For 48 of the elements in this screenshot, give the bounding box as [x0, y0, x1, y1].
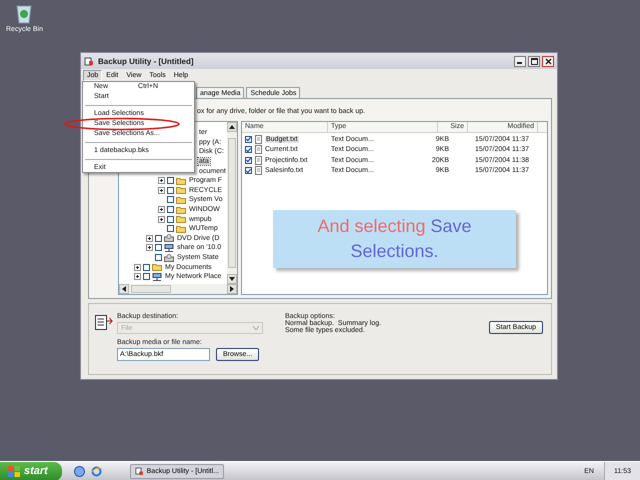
expand-button[interactable]: [158, 177, 165, 184]
close-button[interactable]: [542, 56, 554, 66]
checkbox[interactable]: [143, 273, 150, 280]
expand-button[interactable]: [134, 273, 141, 280]
folder-icon: [152, 263, 162, 272]
checkbox[interactable]: [245, 167, 252, 174]
checkbox[interactable]: [167, 186, 174, 194]
right-arrow-icon: [230, 286, 234, 292]
close-icon: [544, 58, 552, 64]
checkbox[interactable]: [245, 156, 252, 164]
checkbox[interactable]: [245, 136, 252, 143]
expand-button[interactable]: [158, 186, 165, 194]
network-drive-icon: [164, 244, 174, 252]
flag-icon: [8, 466, 20, 476]
drive-icon: [164, 254, 174, 262]
expand-button[interactable]: [158, 216, 165, 223]
down-arrow-icon: [229, 277, 235, 281]
checkbox[interactable]: [167, 216, 174, 223]
maximize-icon: [530, 58, 538, 64]
checkbox[interactable]: [167, 206, 174, 214]
network-drive-icon: [152, 272, 162, 281]
checkbox[interactable]: [167, 225, 174, 232]
expand-button[interactable]: [146, 234, 153, 242]
app-icon: [135, 466, 144, 476]
window-title: Backup Utility - [Untitled]: [98, 56, 195, 66]
checkbox[interactable]: [167, 196, 174, 204]
browser-icon[interactable]: [91, 466, 102, 476]
checkbox[interactable]: [167, 177, 174, 184]
drive-icon: [164, 234, 174, 242]
expand-button[interactable]: [134, 264, 141, 271]
checkbox[interactable]: [143, 264, 150, 271]
up-arrow-icon: [229, 125, 235, 129]
expand-button[interactable]: [146, 244, 153, 252]
left-arrow-icon: [122, 286, 126, 292]
globe-icon[interactable]: [74, 466, 85, 476]
checkbox[interactable]: [155, 234, 162, 242]
chevron-down-icon: [253, 326, 259, 330]
checkbox[interactable]: [155, 244, 162, 252]
horizontal-scrollbar[interactable]: [119, 284, 237, 294]
maximize-button[interactable]: [528, 56, 540, 66]
app-icon: [84, 56, 94, 66]
vertical-scrollbar[interactable]: [227, 122, 237, 284]
expand-button[interactable]: [158, 206, 165, 214]
checkbox[interactable]: [245, 146, 252, 154]
checkbox[interactable]: [155, 254, 162, 262]
document-arrow-icon: [95, 314, 113, 331]
minimize-button[interactable]: [514, 56, 526, 66]
callout-text: And selecting Save Selections.: [316, 215, 473, 263]
